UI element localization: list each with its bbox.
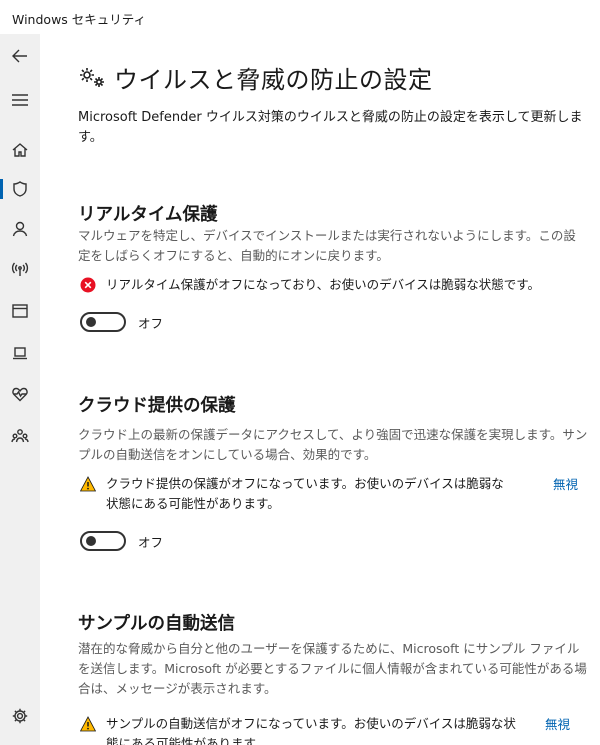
warning-icon xyxy=(80,716,96,732)
realtime-toggle-label: オフ xyxy=(138,315,164,331)
browser-window-icon xyxy=(12,304,28,318)
sidebar-item-family[interactable] xyxy=(0,416,40,456)
laptop-icon xyxy=(13,347,27,360)
sidebar-item-home[interactable] xyxy=(0,130,40,170)
warning-icon xyxy=(80,476,96,492)
realtime-toggle[interactable] xyxy=(80,312,126,332)
page-description: Microsoft Defender ウイルス対策のウイルスと脅威の防止の設定を… xyxy=(78,110,583,145)
realtime-status-text: リアルタイム保護がオフになっており、お使いのデバイスは脆弱な状態です。 xyxy=(106,277,541,292)
shield-icon xyxy=(13,181,27,197)
cloud-toggle-label: オフ xyxy=(138,534,164,550)
cloud-dismiss-link[interactable]: 無視 xyxy=(553,474,578,493)
person-icon xyxy=(12,221,28,237)
toggle-knob xyxy=(86,317,96,327)
main-content: ウイルスと脅威の防止の設定 Microsoft Defender ウイルス対策の… xyxy=(40,34,600,745)
page-header: ウイルスと脅威の防止の設定 xyxy=(78,60,433,95)
cloud-toggle-row: オフ xyxy=(80,531,163,551)
realtime-status: リアルタイム保護がオフになっており、お使いのデバイスは脆弱な状態です。 xyxy=(80,275,580,295)
cloud-status-text: クラウド提供の保護がオフになっています。お使いのデバイスは脆弱な状態にある可能性… xyxy=(106,476,504,511)
sidebar-item-device-security[interactable] xyxy=(0,333,40,373)
realtime-toggle-row: オフ xyxy=(80,312,163,332)
sample-dismiss-link[interactable]: 無視 xyxy=(545,714,570,733)
cloud-section-description: クラウド上の最新の保護データにアクセスして、より強固で迅速な保護を実現します。サ… xyxy=(78,427,588,462)
gear-cog-icon xyxy=(80,67,104,87)
sample-section-title: サンプルの自動送信 xyxy=(78,614,235,634)
back-button[interactable] xyxy=(0,36,40,76)
error-icon xyxy=(80,277,96,293)
sidebar-item-account[interactable] xyxy=(0,209,40,249)
menu-button[interactable] xyxy=(0,80,40,120)
window-titlebar: Windows セキュリティ xyxy=(0,0,600,34)
realtime-section-description: マルウェアを特定し、デバイスでインストールまたは実行されないようにします。この設… xyxy=(78,228,576,263)
realtime-section-title: リアルタイム保護 xyxy=(78,205,218,225)
sample-status-text: サンプルの自動送信がオフになっています。お使いのデバイスは脆弱な状態にある可能性… xyxy=(106,716,516,745)
sidebar-item-settings[interactable] xyxy=(0,696,40,736)
back-arrow-icon xyxy=(12,49,27,63)
sample-section-description: 潜在的な脅威から自分と他のユーザーを保護するために、Microsoft にサンプ… xyxy=(78,641,587,696)
active-indicator xyxy=(0,179,3,199)
heart-pulse-icon xyxy=(12,387,28,402)
family-icon xyxy=(11,429,29,443)
sidebar-item-virus-protection[interactable] xyxy=(0,169,40,209)
hamburger-icon xyxy=(12,94,28,106)
gear-icon xyxy=(12,708,28,724)
wireless-icon xyxy=(11,262,29,276)
sample-status: サンプルの自動送信がオフになっています。お使いのデバイスは脆弱な状態にある可能性… xyxy=(80,714,516,745)
cloud-status: クラウド提供の保護がオフになっています。お使いのデバイスは脆弱な状態にある可能性… xyxy=(80,474,516,514)
sidebar xyxy=(0,34,40,745)
window-title: Windows セキュリティ xyxy=(12,12,147,27)
sidebar-item-firewall[interactable] xyxy=(0,249,40,289)
page-title: ウイルスと脅威の防止の設定 xyxy=(114,66,433,94)
cloud-toggle[interactable] xyxy=(80,531,126,551)
home-icon xyxy=(12,143,28,157)
sidebar-item-app-browser[interactable] xyxy=(0,291,40,331)
toggle-knob xyxy=(86,536,96,546)
sidebar-item-device-performance[interactable] xyxy=(0,374,40,414)
cloud-section-title: クラウド提供の保護 xyxy=(78,396,236,416)
